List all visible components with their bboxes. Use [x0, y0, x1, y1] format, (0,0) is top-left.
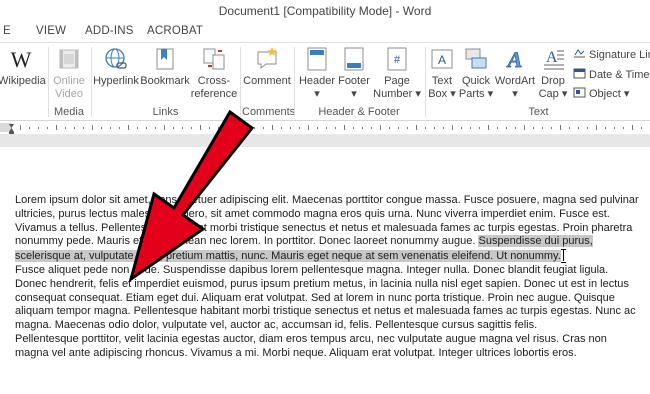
quick-parts-label-1: Quick [461, 75, 491, 87]
header-label: Header [298, 75, 336, 87]
calendar-icon [573, 68, 586, 79]
title-bar: Document1 [Compatibility Mode] - Word [0, 0, 650, 20]
canvas-background [0, 135, 650, 147]
header-dropdown-icon: ▾ [314, 88, 320, 100]
footer-button[interactable]: Footer ▾ [336, 46, 372, 101]
online-video-label-1: Online [53, 75, 85, 87]
tab-page-layout-partial[interactable]: E [3, 25, 11, 37]
object-button[interactable]: Object ▾ [573, 87, 629, 101]
group-label-header-footer: Header & Footer [318, 106, 400, 118]
group-label-links: Links [152, 106, 179, 118]
header-icon [304, 46, 330, 72]
ribbon-insert: W Wikipedia Online Video Media Hyperlink [0, 42, 650, 121]
wikipedia-button[interactable]: W Wikipedia [0, 46, 46, 88]
page-number-label-2: Number ▾ [373, 88, 421, 100]
page-number-button[interactable]: # Page Number ▾ [373, 46, 421, 101]
wikipedia-label: Wikipedia [0, 75, 46, 87]
cross-reference-button[interactable]: Cross- reference [190, 46, 238, 101]
online-video-button[interactable]: Online Video [50, 46, 88, 101]
svg-text:A: A [506, 47, 523, 72]
tab-acrobat[interactable]: ACROBAT [147, 25, 203, 37]
cross-reference-label-2: reference [190, 88, 238, 100]
comment-button[interactable]: Comment [242, 46, 292, 88]
drop-cap-icon: A [540, 46, 566, 72]
wordart-icon: A [502, 46, 528, 73]
paragraph-2[interactable]: Fusce aliquet pede non pede. Suspendisse… [15, 264, 643, 333]
text-box-icon: A [429, 46, 455, 72]
hyperlink-label: Hyperlink [93, 75, 139, 87]
date-time-button[interactable]: Date & Time [573, 68, 650, 82]
page-number-label-1: Page [384, 75, 410, 87]
bookmark-button[interactable]: Bookmark [140, 46, 190, 88]
horizontal-ruler[interactable] [0, 121, 650, 135]
signature-line-icon [574, 49, 585, 58]
signature-line-button[interactable]: Signature Line [573, 48, 650, 62]
quick-parts-icon [463, 46, 489, 72]
wordart-dropdown-icon: ▾ [512, 88, 518, 100]
paragraph-1[interactable]: Lorem ipsum dolor sit amet, consectetuer… [15, 194, 643, 264]
text-box-label-1: Text [431, 75, 453, 87]
svg-text:W: W [11, 47, 32, 72]
object-label: Object ▾ [589, 88, 630, 100]
wikipedia-icon: W [8, 46, 34, 72]
group-label-media: Media [54, 106, 84, 118]
quick-parts-label-2: Parts ▾ [458, 88, 494, 100]
date-time-label: Date & Time [589, 69, 650, 81]
drop-cap-label-1: Drop [541, 75, 565, 87]
bookmark-icon [152, 46, 178, 72]
footer-dropdown-icon: ▾ [351, 88, 357, 100]
document-body[interactable]: Lorem ipsum dolor sit amet, consectetuer… [15, 194, 643, 361]
drop-cap-label-2: Cap ▾ [538, 88, 568, 100]
page-number-icon: # [384, 46, 410, 72]
object-icon [573, 87, 586, 98]
signature-line-label: Signature Line [589, 49, 650, 61]
group-label-comments: Comments [242, 106, 296, 118]
wordart-label: WordArt [494, 75, 536, 87]
hyperlink-button[interactable]: Hyperlink [93, 46, 139, 88]
new-comment-icon [254, 46, 280, 72]
footer-label: Footer [338, 75, 370, 87]
paragraph-3[interactable]: Pellentesque porttitor, velit lacinia eg… [15, 333, 643, 361]
wordart-button[interactable]: A WordArt ▾ [494, 46, 536, 101]
tab-add-ins[interactable]: ADD-INS [85, 25, 134, 37]
svg-text:A: A [546, 49, 558, 66]
quick-parts-button[interactable]: Quick Parts ▾ [458, 46, 494, 101]
ribbon-tab-row: E VIEW ADD-INS ACROBAT [0, 20, 650, 42]
globe-link-icon [103, 46, 129, 72]
text-box-button[interactable]: A Text Box ▾ [427, 46, 457, 101]
text-cursor-icon [560, 249, 566, 264]
comment-label: Comment [243, 75, 291, 87]
film-icon [56, 46, 82, 72]
text-box-label-2: Box ▾ [428, 88, 456, 100]
footer-icon [341, 46, 367, 72]
bookmark-label: Bookmark [140, 75, 190, 87]
header-button[interactable]: Header ▾ [297, 46, 337, 101]
group-label-text: Text [528, 106, 549, 118]
svg-text:A: A [438, 53, 446, 67]
cross-reference-label-1: Cross- [197, 75, 231, 87]
online-video-label-2: Video [55, 88, 83, 100]
tab-view[interactable]: VIEW [36, 25, 66, 37]
drop-cap-button[interactable]: A Drop Cap ▾ [537, 46, 569, 101]
window-title: Document1 [Compatibility Mode] - Word [218, 4, 432, 18]
svg-text:#: # [394, 54, 401, 66]
cross-reference-icon [201, 46, 227, 72]
